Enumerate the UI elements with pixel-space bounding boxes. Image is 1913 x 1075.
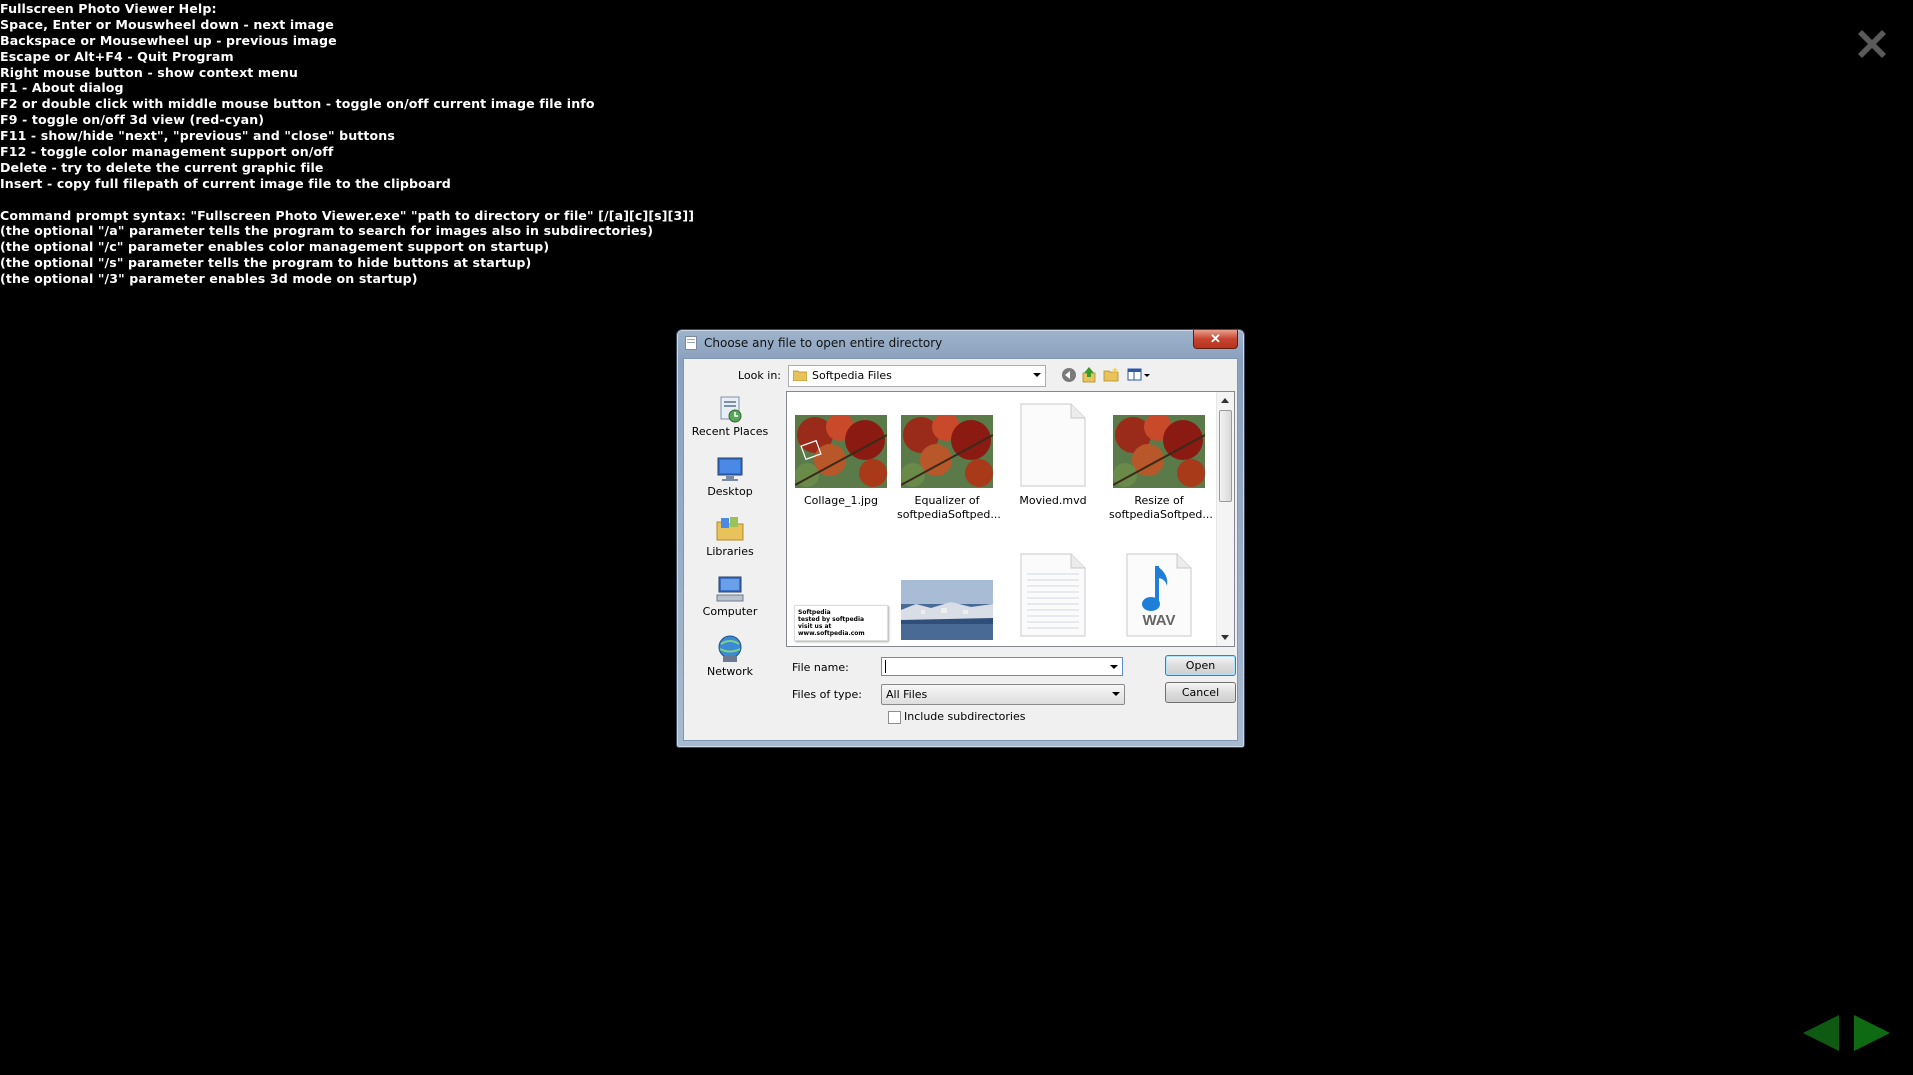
- view-menu-icon[interactable]: [1126, 366, 1152, 384]
- file-item[interactable]: Collage_1.jpg: [791, 413, 891, 508]
- file-name: Movied.mvd: [1019, 494, 1087, 507]
- help-line: Delete - try to delete the current graph…: [0, 159, 324, 175]
- place-label: Libraries: [706, 545, 754, 558]
- help-text: Fullscreen Photo Viewer Help: Space, Ente…: [0, 1, 694, 287]
- files-of-type-select[interactable]: All Files: [881, 684, 1125, 705]
- previous-arrow-icon[interactable]: [1801, 1013, 1841, 1053]
- place-recent-places[interactable]: Recent Places: [687, 391, 773, 447]
- help-line: (the optional "/3" parameter enables 3d …: [0, 271, 418, 287]
- file-list-scrollbar[interactable]: [1216, 392, 1234, 646]
- place-computer[interactable]: Computer: [687, 571, 773, 627]
- leaves-thumbnail: [900, 413, 994, 488]
- scroll-up-icon[interactable]: [1221, 398, 1229, 403]
- cancel-button[interactable]: Cancel: [1165, 682, 1236, 703]
- help-line: (the optional "/a" parameter tells the p…: [0, 223, 654, 239]
- help-line: [0, 192, 694, 208]
- file-name-label: File name:: [792, 661, 849, 674]
- up-folder-icon[interactable]: [1080, 366, 1098, 384]
- files-of-type-label: Files of type:: [792, 688, 863, 701]
- places-bar: Recent Places Desktop Libraries Computer…: [687, 387, 773, 735]
- place-network[interactable]: Network: [687, 631, 773, 687]
- help-line: Insert - copy full filepath of current i…: [0, 175, 451, 191]
- chevron-down-icon: [1112, 692, 1120, 696]
- dialog-titlebar[interactable]: Choose any file to open entire directory…: [677, 330, 1244, 356]
- blank-document-icon: [1019, 402, 1087, 488]
- file-item[interactable]: [897, 580, 997, 640]
- open-file-dialog: Choose any file to open entire directory…: [676, 329, 1245, 748]
- harbor-thumbnail: [901, 580, 993, 640]
- softpedia-image-thumbnail: Softpedia tested by softpedia visit us a…: [794, 605, 888, 641]
- desktop-icon: [717, 457, 743, 481]
- file-name: Collage_1.jpg: [803, 494, 879, 507]
- help-line: Command prompt syntax: "Fullscreen Photo…: [0, 207, 695, 223]
- dialog-body: Look in: Softpedia Files Recent Places D…: [683, 358, 1238, 741]
- place-label: Desktop: [707, 485, 753, 498]
- look-in-label: Look in:: [738, 369, 781, 382]
- libraries-icon: [716, 517, 744, 541]
- next-arrow-icon[interactable]: [1852, 1013, 1892, 1053]
- help-line: Fullscreen Photo Viewer Help:: [0, 1, 217, 16]
- place-label: Recent Places: [691, 425, 769, 438]
- file-item[interactable]: Softpedia tested by softpedia visit us a…: [791, 605, 891, 641]
- file-name-input[interactable]: [881, 657, 1123, 676]
- file-item[interactable]: Equalizer of softpediaSoftped...: [897, 413, 1001, 522]
- help-line: (the optional "/s" parameter tells the p…: [0, 255, 532, 271]
- open-button[interactable]: Open: [1165, 655, 1236, 676]
- dialog-close-button[interactable]: ✕: [1193, 330, 1238, 349]
- chevron-down-icon: [1033, 373, 1041, 377]
- look-in-select[interactable]: Softpedia Files: [788, 365, 1046, 387]
- help-line: F1 - About dialog: [0, 80, 124, 96]
- scroll-down-icon[interactable]: [1221, 635, 1229, 640]
- folder-icon: [793, 370, 807, 381]
- help-line: F11 - show/hide "next", "previous" and "…: [0, 128, 395, 144]
- files-of-type-value: All Files: [886, 688, 928, 701]
- help-line: F9 - toggle on/off 3d view (red-cyan): [0, 112, 265, 128]
- text-document-icon: [1019, 552, 1087, 638]
- chevron-down-icon[interactable]: [1110, 665, 1118, 669]
- help-line: Space, Enter or Mouswheel down - next im…: [0, 16, 334, 32]
- help-line: Right mouse button - show context menu: [0, 64, 298, 80]
- leaves-thumbnail: [1112, 413, 1206, 488]
- help-line: F2 or double click with middle mouse but…: [0, 96, 595, 112]
- back-icon[interactable]: [1060, 366, 1078, 384]
- help-line: Backspace or Mousewheel up - previous im…: [0, 32, 337, 48]
- place-desktop[interactable]: Desktop: [687, 451, 773, 507]
- help-line: Escape or Alt+F4 - Quit Program: [0, 48, 234, 64]
- place-label: Computer: [702, 605, 758, 618]
- wav-label: WAV: [1142, 612, 1176, 629]
- text-cursor: [885, 660, 886, 673]
- scroll-thumb[interactable]: [1219, 410, 1232, 502]
- file-item[interactable]: WAV: [1109, 552, 1209, 638]
- network-icon: [718, 635, 742, 662]
- document-icon: [685, 336, 697, 350]
- place-label: Network: [707, 665, 753, 678]
- file-list[interactable]: Collage_1.jpg Equalizer of softpediaSoftp…: [786, 391, 1235, 647]
- computer-icon: [716, 576, 744, 602]
- file-name: Equalizer of softpediaSoftped...: [897, 494, 1001, 521]
- leaves-thumbnail: [794, 413, 888, 488]
- place-libraries[interactable]: Libraries: [687, 511, 773, 567]
- wav-audio-icon: WAV: [1125, 552, 1193, 638]
- include-subdirectories-checkbox[interactable]: [888, 711, 901, 724]
- close-icon[interactable]: [1852, 24, 1892, 64]
- help-line: F12 - toggle color management support on…: [0, 144, 334, 160]
- recent-places-icon: [720, 396, 742, 423]
- file-name: Resize of softpediaSoftped...: [1109, 494, 1213, 521]
- file-item[interactable]: Resize of softpediaSoftped...: [1109, 413, 1213, 522]
- file-item[interactable]: [1003, 552, 1103, 638]
- new-folder-icon[interactable]: [1102, 366, 1120, 384]
- look-in-value: Softpedia Files: [812, 369, 892, 382]
- dialog-title: Choose any file to open entire directory: [704, 336, 943, 350]
- file-item[interactable]: Movied.mvd: [1003, 402, 1103, 508]
- help-line: (the optional "/c" parameter enables col…: [0, 239, 550, 255]
- include-subdirectories-label: Include subdirectories: [904, 710, 1026, 723]
